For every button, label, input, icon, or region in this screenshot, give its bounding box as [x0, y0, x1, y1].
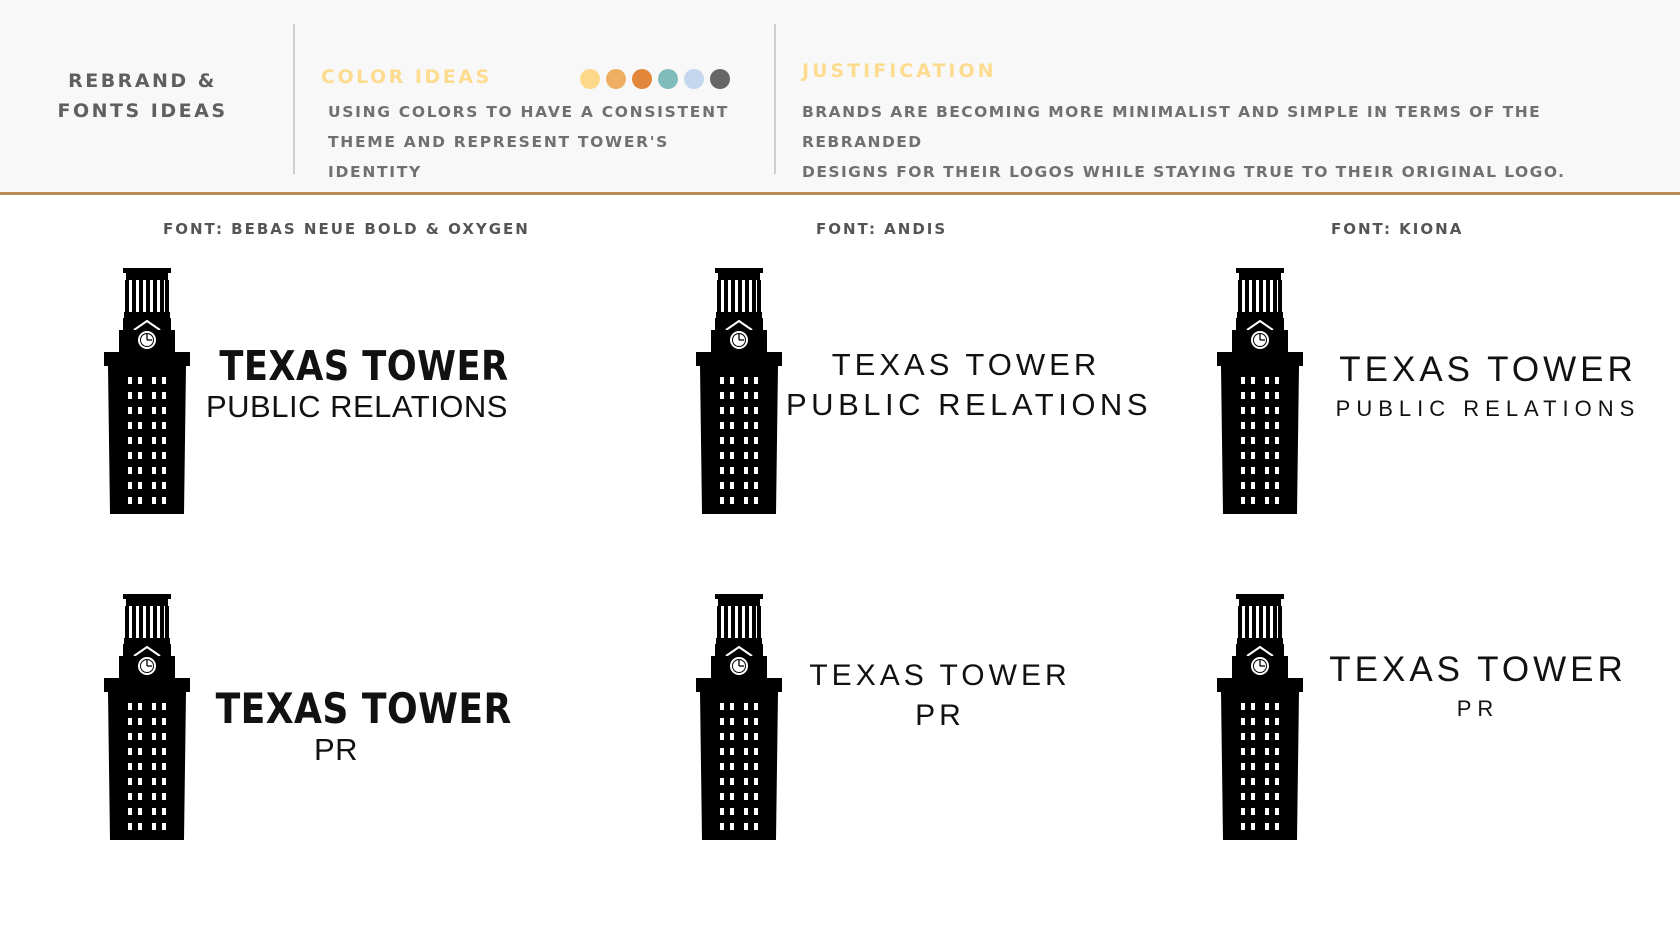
logo-subtitle: PUBLIC RELATIONS	[205, 389, 508, 424]
slide-title-line2: FONTS IDEAS	[57, 100, 228, 122]
logo-bebas-full: TEXAS TOWER PUBLIC RELATIONS	[197, 342, 517, 424]
color-ideas-text: USING COLORS TO HAVE A CONSISTENT THEME …	[328, 97, 768, 187]
color-ideas-title: COLOR IDEAS	[321, 66, 492, 88]
swatch-3	[632, 69, 652, 89]
justification-text: BRANDS ARE BECOMING MORE MINIMALIST AND …	[802, 97, 1662, 187]
logo-bebas-short: TEXAS TOWER PR	[196, 684, 512, 767]
swatch-1	[580, 69, 600, 89]
divider-left	[293, 24, 295, 174]
tower-icon	[696, 268, 782, 514]
logo-title: TEXAS TOWER	[219, 342, 509, 390]
color-ideas-line2: THEME AND REPRESENT TOWER'S IDENTITY	[328, 133, 670, 181]
logo-kiona-short: TEXAS TOWER PR	[1318, 648, 1638, 726]
font-label-andis: FONT: ANDIS	[816, 220, 948, 238]
tower-icon	[104, 594, 190, 840]
logo-title: TEXAS TOWER	[1329, 650, 1627, 689]
logo-andis-short: TEXAS TOWER PR	[800, 656, 1080, 736]
logo-andis-full: TEXAS TOWER PUBLIC RELATIONS	[786, 345, 1153, 425]
color-swatches	[580, 69, 730, 89]
swatch-6	[710, 69, 730, 89]
justification-line2: DESIGNS FOR THEIR LOGOS WHILE STAYING TR…	[802, 163, 1566, 181]
logo-kiona-full: TEXAS TOWER PUBLIC RELATIONS	[1318, 348, 1658, 426]
justification-title: JUSTIFICATION	[802, 60, 997, 82]
tower-icon	[1217, 268, 1303, 514]
divider-right	[774, 24, 776, 174]
justification-line1: BRANDS ARE BECOMING MORE MINIMALIST AND …	[802, 103, 1542, 151]
header-divider-rule	[0, 192, 1680, 195]
tower-icon	[104, 268, 190, 514]
font-label-kiona: FONT: KIONA	[1331, 220, 1464, 238]
slide-title: REBRAND & FONTS IDEAS	[30, 66, 255, 126]
logo-subtitle: PR	[1456, 696, 1500, 721]
tower-icon	[696, 594, 782, 840]
logo-title: TEXAS TOWER	[809, 659, 1071, 692]
logo-title: TEXAS TOWER	[831, 347, 1101, 382]
logo-subtitle: PR	[313, 732, 359, 767]
swatch-2	[606, 69, 626, 89]
logo-title: TEXAS TOWER	[215, 684, 512, 733]
swatch-5	[684, 69, 704, 89]
font-label-bebas: FONT: BEBAS NEUE BOLD & OXYGEN	[163, 220, 530, 238]
logo-title: TEXAS TOWER	[1339, 350, 1637, 389]
color-ideas-line1: USING COLORS TO HAVE A CONSISTENT	[328, 103, 730, 121]
logo-subtitle: PUBLIC RELATIONS	[786, 387, 1153, 422]
tower-icon	[1217, 594, 1303, 840]
logo-subtitle: PUBLIC RELATIONS	[1335, 396, 1641, 421]
logo-subtitle: PR	[915, 699, 965, 732]
slide-title-line1: REBRAND &	[68, 70, 217, 92]
swatch-4	[658, 69, 678, 89]
